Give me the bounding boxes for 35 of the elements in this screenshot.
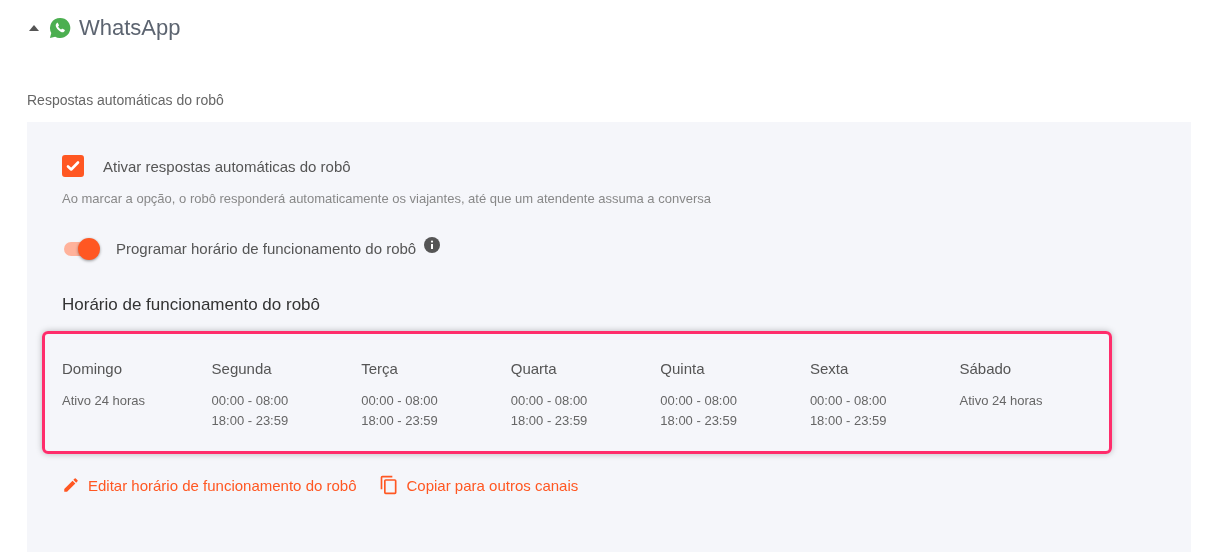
action-link[interactable]: Editar horário de funcionamento do robô xyxy=(62,474,357,496)
day-name: Terça xyxy=(361,360,399,377)
hours-text: 00:00 - 08:00 xyxy=(361,393,439,408)
checkbox[interactable] xyxy=(62,155,84,177)
caret-icon xyxy=(29,25,39,31)
day-name: Domingo xyxy=(62,360,124,377)
day-name: Sábado xyxy=(959,360,1013,377)
hours-text: Ativo 24 horas xyxy=(959,393,1044,408)
description-text: Ao marcar a opção, o robô responderá automaticamente os viajantes, até que um atendente assuma a conversa xyxy=(62,191,712,206)
action-link[interactable]: Copiar para outros canais xyxy=(378,474,579,496)
hours-text: 18:00 - 23:59 xyxy=(660,413,738,428)
checkmark-icon xyxy=(66,159,80,173)
collapse-toggle[interactable] xyxy=(27,25,41,31)
hours-text: Ativo 24 horas xyxy=(62,393,147,408)
day-name: Sexta xyxy=(809,360,850,377)
hours-text: 00:00 - 08:00 xyxy=(660,393,738,408)
hours-text: 00:00 - 08:00 xyxy=(510,393,589,408)
section-subtitle: Respostas automáticas do robô xyxy=(27,92,225,108)
checkbox-label: Ativar respostas automáticas do robô xyxy=(103,157,351,175)
section-title: WhatsApp xyxy=(79,15,181,41)
day-name: Segunda xyxy=(211,360,273,377)
info-icon xyxy=(424,236,441,253)
hours-text: 18:00 - 23:59 xyxy=(361,413,439,428)
hours-text: 18:00 - 23:59 xyxy=(510,413,589,428)
hours-text: 18:00 - 23:59 xyxy=(211,413,290,428)
day-name: Quarta xyxy=(510,360,558,377)
copy-icon xyxy=(378,474,399,496)
toggle-label: Programar horário de funcionamento do robô xyxy=(116,240,417,257)
schedule-heading: Horário de funcionamento do robô xyxy=(62,295,321,315)
day-name: Quinta xyxy=(660,360,706,377)
hours-text: 18:00 - 23:59 xyxy=(809,413,888,428)
hours-text: 00:00 - 08:00 xyxy=(211,393,290,408)
pencil-icon xyxy=(62,476,80,494)
hours-text: 00:00 - 08:00 xyxy=(809,393,888,408)
chat-bubble-icon xyxy=(49,17,71,39)
